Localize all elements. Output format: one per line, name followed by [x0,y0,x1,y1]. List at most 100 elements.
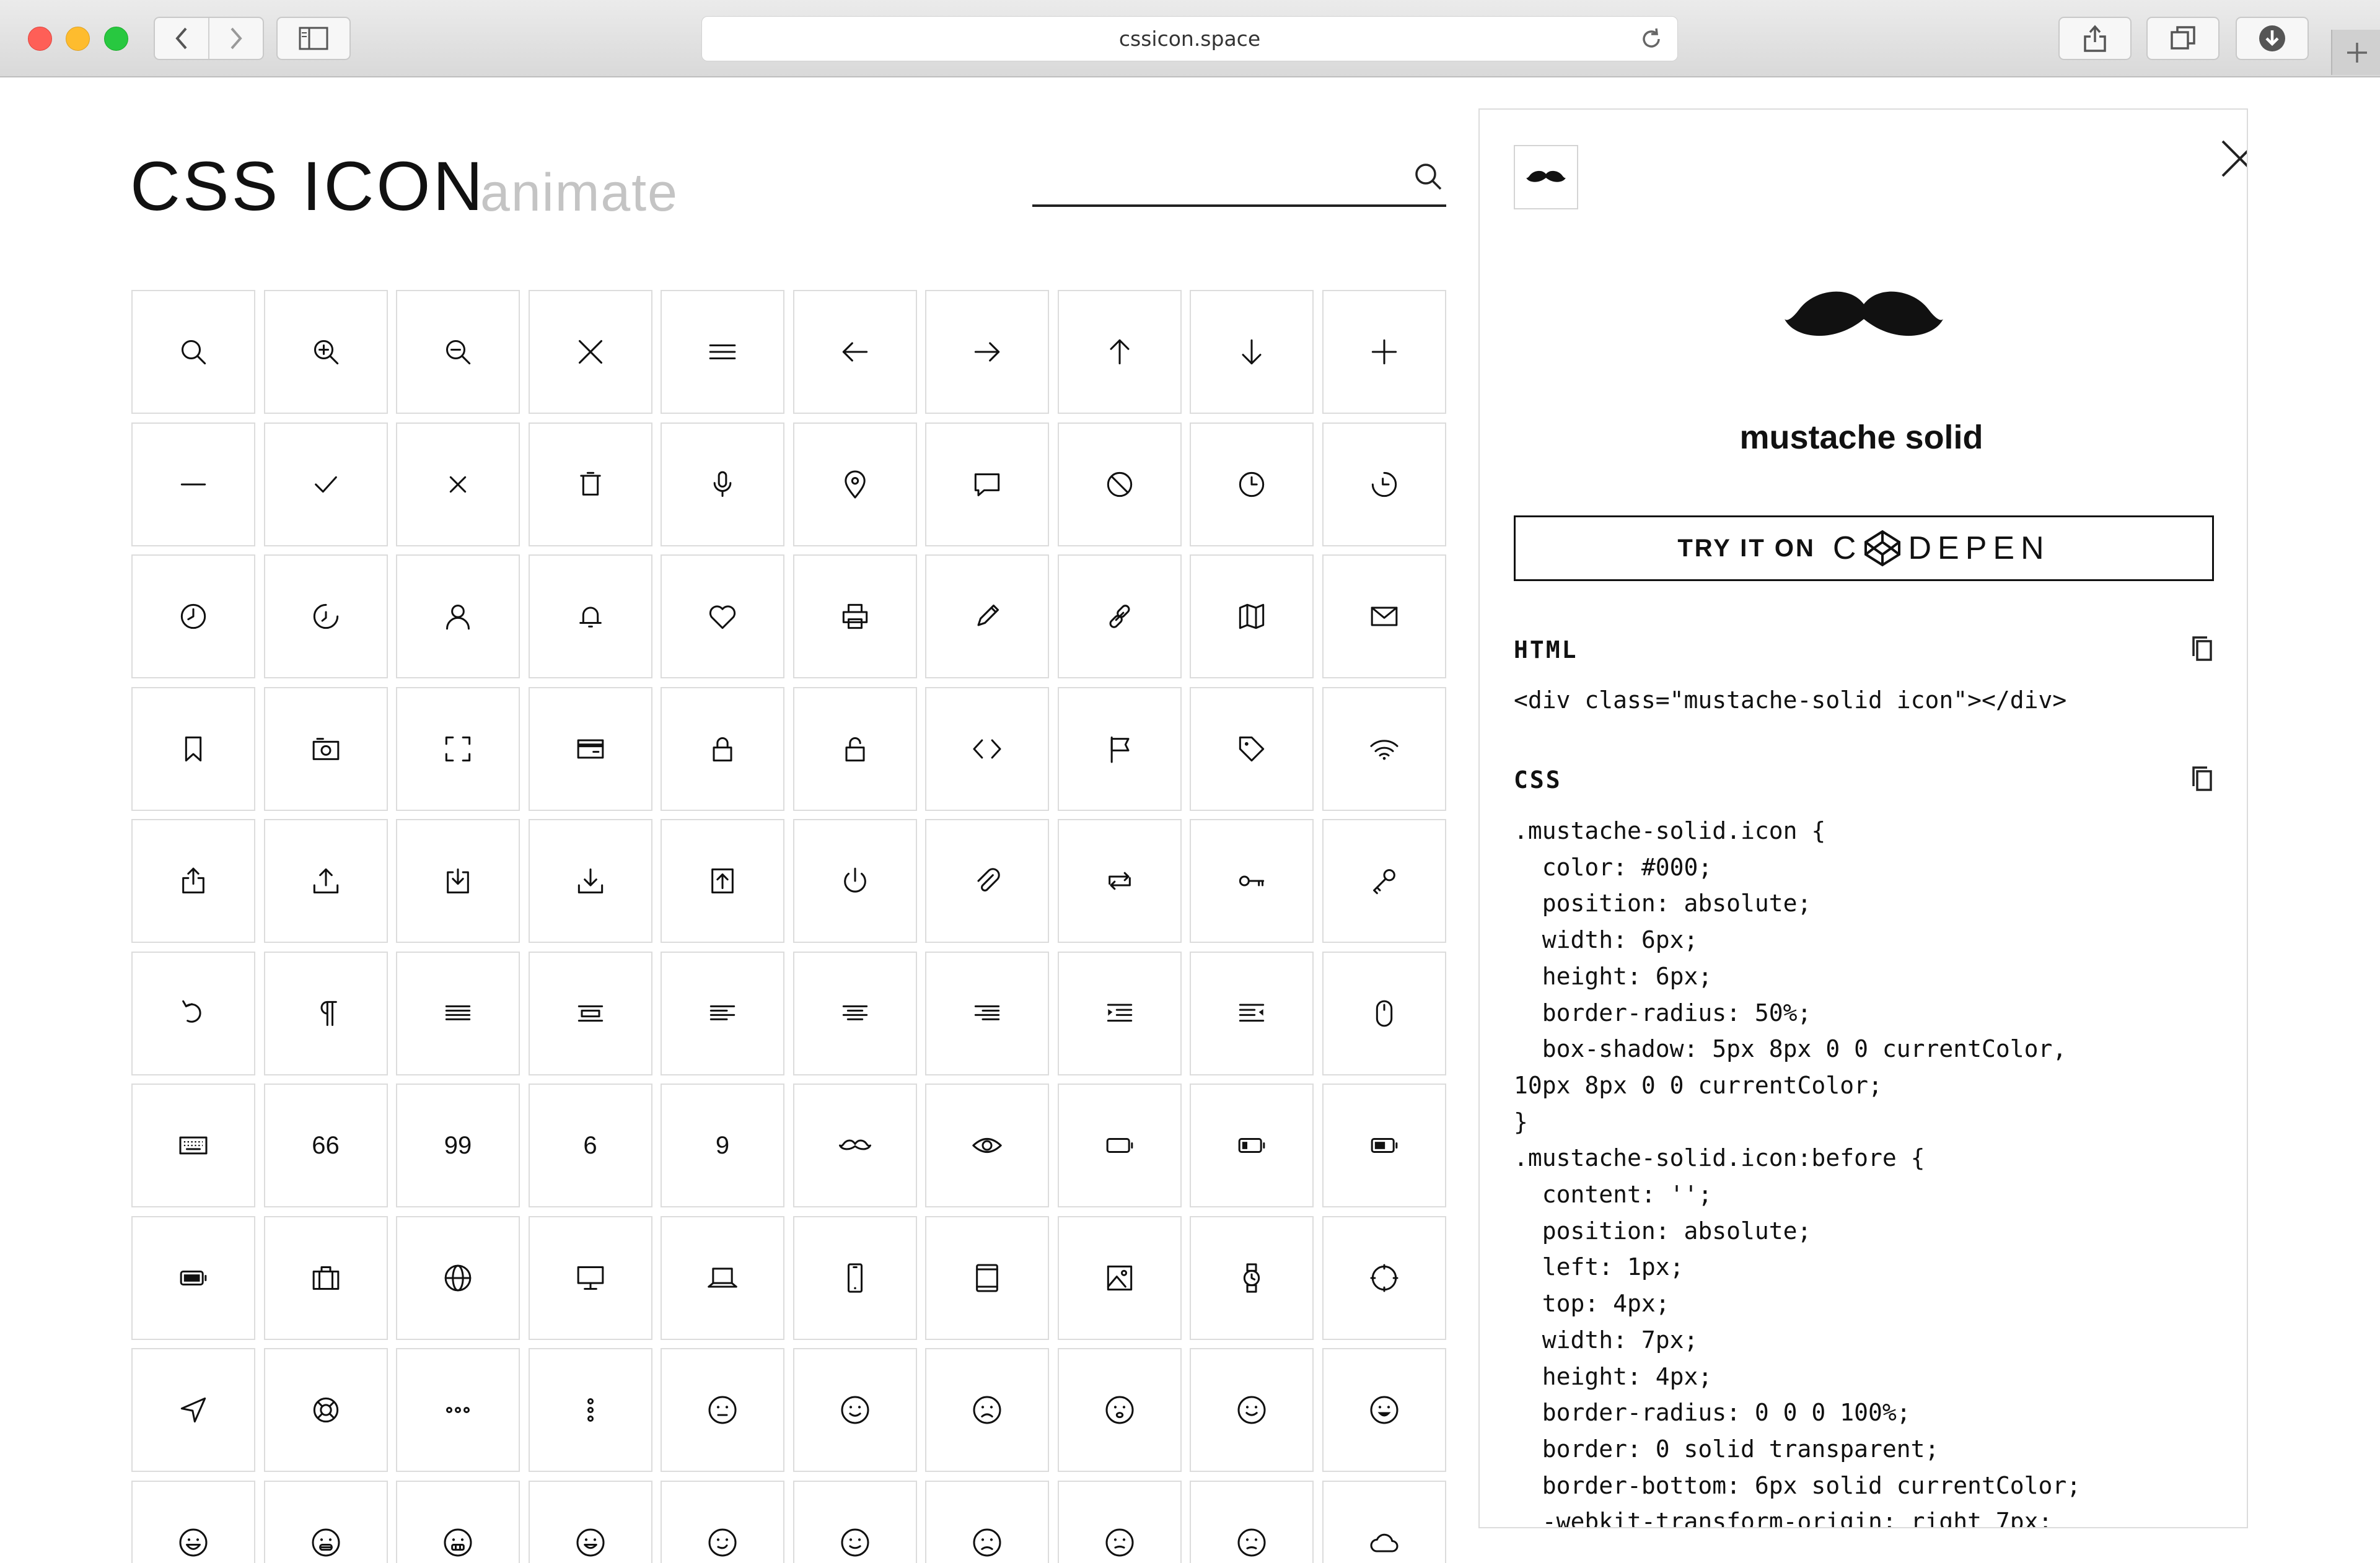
icon-tile-align-middle[interactable] [528,951,652,1075]
icon-tile-pencil[interactable] [925,554,1049,678]
icon-tile-cross[interactable] [396,422,520,546]
icon-tile-zoom-out[interactable] [396,290,520,414]
icon-tile-mouse[interactable] [1322,951,1446,1075]
icon-tile-flag[interactable] [1057,686,1182,811]
icon-tile-battery-full[interactable] [131,1215,255,1340]
icon-tile-location-pin[interactable] [793,422,917,546]
icon-tile-link[interactable] [1057,554,1182,678]
icon-tile-laptop[interactable] [661,1215,784,1340]
icon-tile-cloud[interactable] [1322,1480,1446,1563]
icon-tile-arrow-right[interactable] [925,290,1049,414]
icon-tile-code[interactable] [925,686,1049,811]
icon-tile-smartphone[interactable] [793,1215,917,1340]
address-bar[interactable]: cssicon.space [701,16,1678,61]
search-button[interactable] [1414,162,1442,193]
search-input[interactable] [1032,149,1394,204]
icon-tile-clock-left[interactable] [131,554,255,678]
icon-tile-compass[interactable] [1322,1215,1446,1340]
icon-tile-mail[interactable] [1322,554,1446,678]
icon-tile-battery-empty[interactable] [1057,1084,1182,1207]
icon-tile-check[interactable] [263,422,388,546]
icon-tile-credit-card[interactable] [528,686,652,811]
icon-tile-key[interactable] [1190,819,1314,943]
icon-tile-clock-alt[interactable] [1322,422,1446,546]
close-window-button[interactable] [28,27,52,51]
icon-tile-face-worried[interactable] [1057,1348,1182,1472]
icon-tile-quote-66[interactable]: 66 [263,1084,388,1207]
icon-tile-face-smirk[interactable] [661,1480,784,1563]
icon-tile-face-neutral[interactable] [661,1348,784,1472]
icon-tile-quote-6[interactable]: 6 [528,1084,652,1207]
icon-tile-align-right[interactable] [925,951,1049,1075]
copy-css-button[interactable] [2191,765,2213,795]
icon-tile-face-frown[interactable] [925,1480,1049,1563]
site-logo[interactable]: CSS ICON [130,146,485,226]
icon-tile-heart[interactable] [661,554,784,678]
icon-tile-face-happy[interactable] [528,1480,652,1563]
icon-tile-paragraph[interactable] [263,951,388,1075]
icon-tile-bell[interactable] [528,554,652,678]
reload-button[interactable] [1638,25,1665,58]
tabs-overview-button[interactable] [2146,17,2220,60]
icon-tile-camera[interactable] [263,686,388,811]
icon-tile-indent[interactable] [1057,951,1182,1075]
icon-tile-more-vertical[interactable] [528,1348,652,1472]
share-button[interactable] [2058,17,2132,60]
icon-tile-face-grin[interactable] [1322,1348,1446,1472]
css-snippet[interactable]: .mustache-solid.icon { color: #000; posi… [1514,813,2081,1527]
icon-tile-chat-bubble[interactable] [925,422,1049,546]
back-button[interactable] [155,18,209,59]
icon-tile-image[interactable] [1057,1215,1182,1340]
icon-tile-lock[interactable] [661,686,784,811]
icon-tile-minus[interactable] [131,422,255,546]
icon-tile-wifi[interactable] [1322,686,1446,811]
icon-tile-user[interactable] [396,554,520,678]
icon-tile-mustache[interactable] [793,1084,917,1207]
icon-tile-globe[interactable] [396,1215,520,1340]
downloads-button[interactable] [2236,17,2309,60]
icon-tile-map[interactable] [1190,554,1314,678]
icon-tile-arrow-left[interactable] [793,290,917,414]
icon-tile-arrow-up[interactable] [1057,290,1182,414]
icon-tile-quote-9[interactable]: 9 [661,1084,784,1207]
icon-tile-more-horizontal[interactable] [396,1348,520,1472]
animate-link[interactable]: animate [480,162,678,224]
icon-tile-key-alt[interactable] [1322,819,1446,943]
copy-html-button[interactable] [2191,635,2213,665]
icon-tile-tag[interactable] [1190,686,1314,811]
icon-tile-watch[interactable] [1190,1215,1314,1340]
icon-tile-eye[interactable] [925,1084,1049,1207]
icon-tile-align-center[interactable] [793,951,917,1075]
icon-tile-battery-half[interactable] [1322,1084,1446,1207]
icon-tile-download[interactable] [528,819,652,943]
icon-tile-face-content[interactable] [793,1480,917,1563]
icon-tile-outdent[interactable] [1190,951,1314,1075]
icon-tile-paperclip[interactable] [925,819,1049,943]
icon-tile-quote-99[interactable]: 99 [396,1084,520,1207]
icon-tile-repeat[interactable] [1057,819,1182,943]
close-panel-button[interactable] [2221,139,2247,180]
icon-tile-fullscreen[interactable] [396,686,520,811]
icon-tile-upload-box[interactable] [661,819,784,943]
icon-tile-printer[interactable] [793,554,917,678]
icon-tile-justify[interactable] [396,951,520,1075]
icon-tile-battery-low[interactable] [1190,1084,1314,1207]
icon-tile-power[interactable] [793,819,917,943]
forward-button[interactable] [209,18,263,59]
icon-tile-face-laugh[interactable] [131,1480,255,1563]
icon-tile-close[interactable] [528,290,652,414]
html-snippet[interactable]: <div class="mustache-solid icon"></div> [1514,682,2066,719]
icon-tile-face-sad[interactable] [925,1348,1049,1472]
icon-tile-search[interactable] [131,290,255,414]
icon-tile-align-left[interactable] [661,951,784,1075]
icon-tile-face-sleepy[interactable] [1057,1480,1182,1563]
icon-tile-face-grimace[interactable] [396,1480,520,1563]
icon-tile-bookmark[interactable] [131,686,255,811]
new-tab-button[interactable] [2331,30,2380,75]
icon-tile-undo[interactable] [131,951,255,1075]
icon-tile-desktop[interactable] [528,1215,652,1340]
icon-tile-face-teeth[interactable] [263,1480,388,1563]
minimize-window-button[interactable] [66,27,90,51]
icon-tile-microphone[interactable] [661,422,784,546]
icon-tile-upload[interactable] [263,819,388,943]
